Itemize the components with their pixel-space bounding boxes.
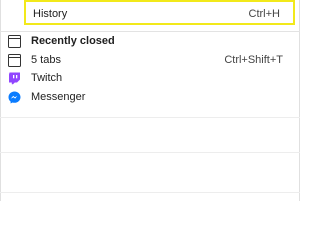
recently-closed-item-messenger[interactable]: Messenger <box>0 88 300 107</box>
recently-closed-item-5-tabs[interactable]: 5 tabs Ctrl+Shift+T <box>0 51 300 70</box>
twitch-icon <box>8 72 21 85</box>
window-icon <box>8 35 21 48</box>
recently-closed-item-twitch[interactable]: Twitch <box>0 69 300 88</box>
history-label: History <box>33 8 68 20</box>
window-icon <box>8 54 21 67</box>
menu-divider <box>0 192 300 193</box>
recently-closed-header: Recently closed <box>0 32 300 51</box>
item-shortcut: Ctrl+Shift+T <box>224 54 283 66</box>
menu-divider <box>0 117 300 118</box>
history-menu: History Ctrl+H Recently closed 5 tabs Ct… <box>0 0 300 201</box>
history-menu-item[interactable]: History Ctrl+H <box>24 0 295 25</box>
item-label: Messenger <box>31 91 86 103</box>
menu-divider <box>0 152 300 153</box>
messenger-icon <box>8 91 21 104</box>
item-label: Twitch <box>31 72 63 84</box>
history-shortcut: Ctrl+H <box>248 8 280 20</box>
recently-closed-label: Recently closed <box>31 35 115 47</box>
item-label: 5 tabs <box>31 54 61 66</box>
